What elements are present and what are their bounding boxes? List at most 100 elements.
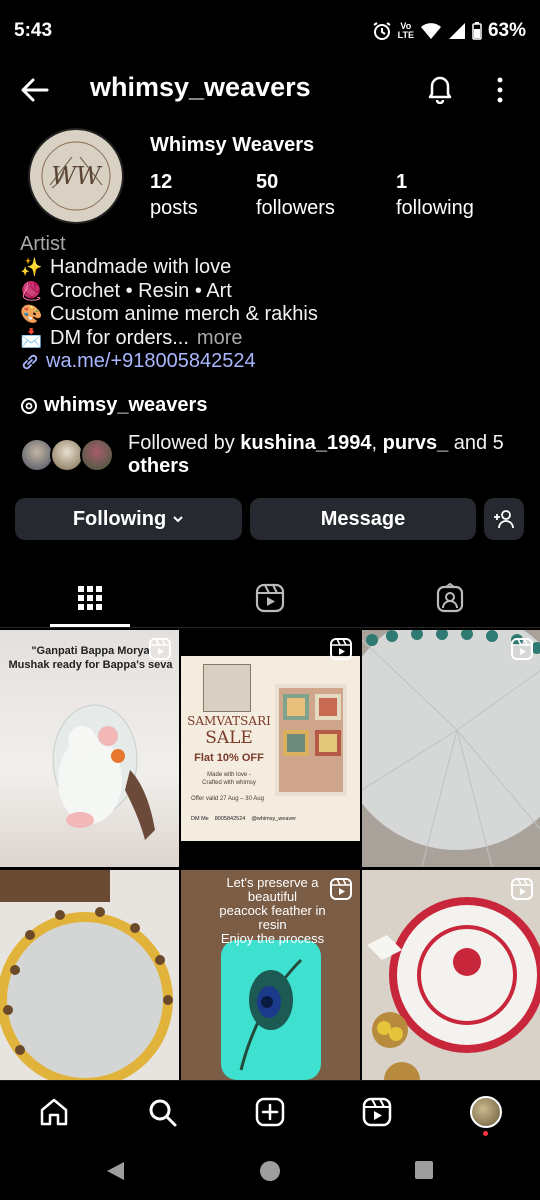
threads-badge[interactable]: whimsy_weavers bbox=[20, 394, 207, 417]
stat-followers[interactable]: 50 followers bbox=[256, 170, 335, 222]
header-username: whimsy_weavers bbox=[90, 72, 311, 102]
profile-category: Artist bbox=[20, 233, 66, 255]
followed-by[interactable]: Followed by kushina_1994, purvs_ and 5 ot… bbox=[20, 432, 530, 478]
add-user-icon bbox=[494, 510, 514, 529]
bell-icon[interactable] bbox=[424, 72, 456, 104]
following-label: following bbox=[396, 197, 474, 219]
nav-reels[interactable] bbox=[360, 1095, 394, 1129]
message-button[interactable]: Message bbox=[250, 498, 476, 540]
home-icon bbox=[40, 1098, 68, 1126]
sale-card-bottombar bbox=[181, 841, 360, 867]
profile-tabs bbox=[0, 568, 540, 628]
system-home-icon[interactable] bbox=[259, 1160, 281, 1182]
post-tile[interactable] bbox=[362, 870, 540, 1107]
sale-title-line1: SAMVATSARI bbox=[187, 714, 271, 728]
sale-handle: @whimsy_weaver bbox=[251, 816, 297, 822]
whimsy-weavers-logo: WW bbox=[41, 141, 111, 211]
followed-by-text: Followed by kushina_1994, purvs_ and 5 ot… bbox=[128, 432, 504, 478]
system-recents-icon[interactable] bbox=[414, 1160, 434, 1180]
profile-bio: Artist ✨ Handmade with love 🧶 Crochet • Re… bbox=[20, 233, 525, 373]
followed-prefix: Followed by bbox=[128, 432, 241, 454]
sale-phone: 8005842524 bbox=[214, 816, 246, 822]
status-bar: 5:43 Vo LTE 63% bbox=[0, 0, 540, 62]
mutual-user-1[interactable]: kushina_1994 bbox=[240, 432, 371, 454]
sale-card-granny-squares bbox=[275, 684, 347, 796]
status-icons: Vo LTE 63% bbox=[372, 20, 526, 42]
signal-icon bbox=[448, 23, 465, 39]
bio-more-link[interactable]: more bbox=[197, 327, 243, 350]
system-back-icon[interactable] bbox=[104, 1160, 126, 1182]
mutual-avatar bbox=[80, 438, 114, 472]
reel-badge-icon bbox=[511, 638, 533, 660]
post-image bbox=[0, 870, 173, 1088]
sale-tagline-2: Crafted with whimsy bbox=[202, 780, 256, 786]
followers-count: 50 bbox=[256, 171, 279, 193]
stat-following[interactable]: 1 following bbox=[396, 170, 474, 222]
reels-icon bbox=[255, 583, 285, 613]
post-tile[interactable] bbox=[0, 870, 179, 1107]
message-button-label: Message bbox=[320, 507, 406, 530]
bio-line: 🎨 Custom anime merch & rakhis bbox=[20, 303, 525, 326]
nav-search[interactable] bbox=[145, 1095, 179, 1129]
reel-badge-icon bbox=[330, 638, 352, 660]
post-tile[interactable]: "Ganpati Bappa Morya Mushak ready for Ba… bbox=[0, 630, 179, 867]
sale-card-logo bbox=[203, 664, 251, 712]
mutual-avatars bbox=[20, 434, 120, 476]
following-count: 1 bbox=[396, 171, 408, 193]
create-post-icon bbox=[255, 1097, 285, 1127]
following-button[interactable]: Following bbox=[15, 498, 242, 540]
link-icon bbox=[22, 354, 38, 369]
back-arrow-icon[interactable] bbox=[18, 74, 50, 106]
post-tile[interactable] bbox=[362, 630, 540, 867]
volte-bottom: LTE bbox=[397, 30, 414, 40]
bio-link[interactable]: wa.me/+918005842524 bbox=[20, 350, 525, 373]
profile-header: whimsy_weavers bbox=[0, 62, 540, 116]
battery-icon bbox=[472, 22, 482, 40]
bottom-navigation bbox=[0, 1080, 540, 1142]
envelope-icon: 📩 bbox=[20, 327, 43, 348]
suggested-users-button[interactable] bbox=[484, 498, 524, 540]
sale-tagline-1: Made with love - bbox=[207, 772, 251, 778]
system-navigation-bar bbox=[0, 1142, 540, 1200]
profile-avatar[interactable]: WW bbox=[28, 128, 124, 224]
sale-offer: Flat 10% OFF bbox=[194, 752, 264, 764]
nav-profile[interactable] bbox=[469, 1095, 503, 1136]
status-time: 5:43 bbox=[14, 20, 53, 41]
mutual-user-2[interactable]: purvs_ bbox=[383, 432, 449, 454]
bio-text: Crochet • Resin • Art bbox=[50, 279, 232, 302]
chevron-down-icon bbox=[173, 516, 183, 523]
reels-icon bbox=[362, 1097, 392, 1127]
logo-text: WW bbox=[51, 162, 103, 190]
tab-posts-grid[interactable] bbox=[70, 578, 110, 618]
more-options-icon[interactable] bbox=[488, 74, 512, 106]
post-image bbox=[367, 897, 540, 1098]
bio-link-text: wa.me/+918005842524 bbox=[46, 350, 256, 373]
threads-icon bbox=[21, 397, 37, 414]
bio-line: 🧶 Crochet • Resin • Art bbox=[20, 280, 525, 303]
posts-label: posts bbox=[150, 197, 198, 219]
stat-posts[interactable]: 12 posts bbox=[150, 170, 198, 222]
yarn-icon: 🧶 bbox=[20, 280, 43, 301]
notification-dot bbox=[483, 1131, 488, 1136]
nav-home[interactable] bbox=[37, 1095, 71, 1129]
post-tile[interactable]: Let's preserve a beautiful peacock feath… bbox=[181, 870, 360, 1107]
bio-text: DM for orders... bbox=[50, 326, 189, 349]
bio-text: Handmade with love bbox=[50, 256, 232, 279]
grid-icon bbox=[78, 586, 102, 610]
mutual-avatar bbox=[20, 438, 54, 472]
post-tile[interactable]: SAMVATSARI SALE Flat 10% OFF Made with l… bbox=[181, 630, 360, 867]
followed-suffix: and 5 bbox=[448, 432, 504, 454]
reel-badge-icon bbox=[330, 878, 352, 900]
reel-badge-icon bbox=[149, 638, 171, 660]
bio-line: 📩 DM for orders... more bbox=[20, 327, 525, 350]
following-button-label: Following bbox=[72, 507, 167, 530]
profile-thumbnail bbox=[470, 1096, 502, 1128]
tagged-person-icon bbox=[436, 583, 464, 613]
tab-reels[interactable] bbox=[250, 578, 290, 618]
nav-create[interactable] bbox=[253, 1095, 287, 1129]
post-caption: Let's preserve a beautiful peacock feath… bbox=[219, 875, 326, 946]
posts-count: 12 bbox=[150, 171, 173, 193]
bio-line: ✨ Handmade with love bbox=[20, 256, 525, 279]
tab-tagged[interactable] bbox=[430, 578, 470, 618]
posts-grid: "Ganpati Bappa Morya Mushak ready for Ba… bbox=[0, 630, 540, 1107]
